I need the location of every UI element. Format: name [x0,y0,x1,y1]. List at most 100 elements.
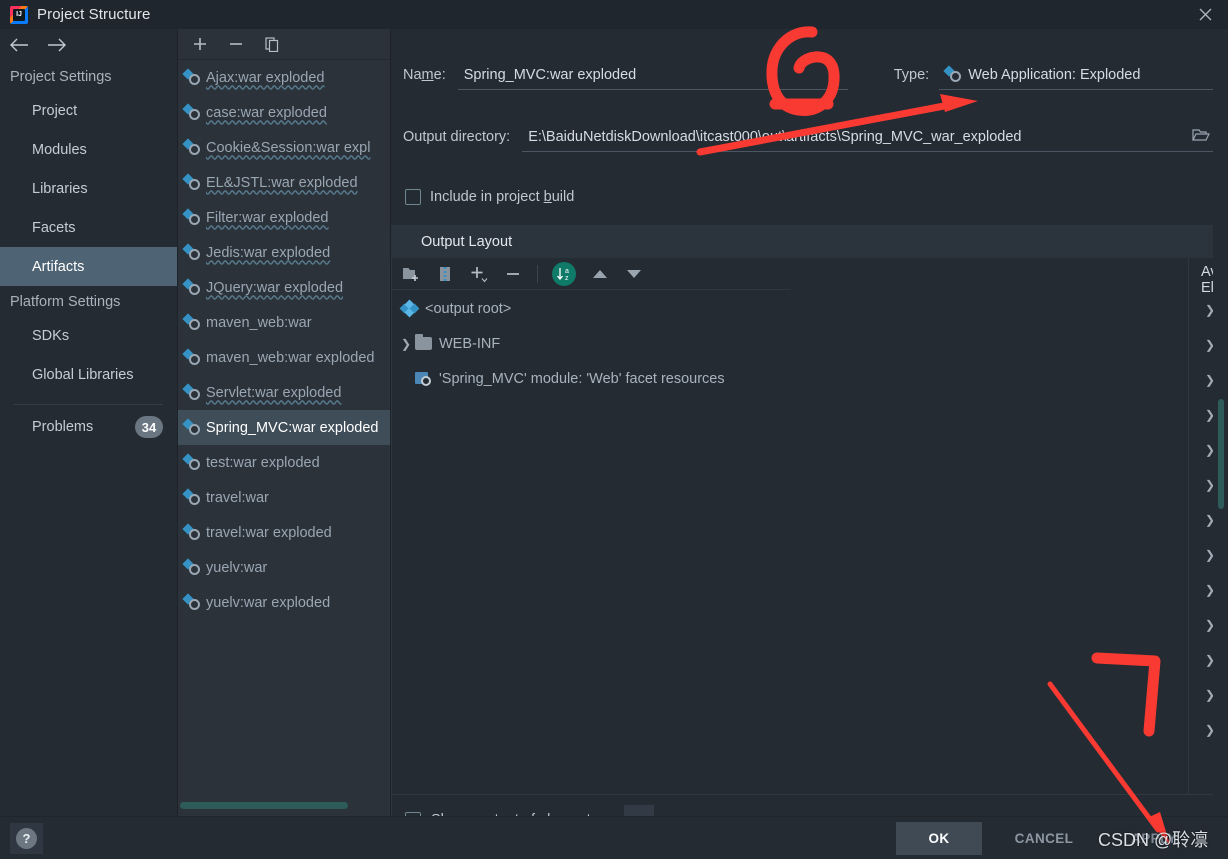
sidebar-group-project-settings: Project Settings [10,69,112,85]
sidebar-item-project[interactable]: Project [0,91,177,130]
include-in-project-build-row[interactable]: Include in project build [405,189,574,205]
intellij-idea-icon: IJ [10,5,28,24]
artifact-row-selected[interactable]: Spring_MVC:war exploded [178,410,390,445]
war-artifact-icon [182,383,201,401]
copy-icon[interactable] [262,34,282,54]
artifact-row[interactable]: case:war exploded [178,95,390,130]
output-layout-tree[interactable]: <output root> ❯ WEB-INF 'Spring_MVC' mod… [391,291,791,396]
artifacts-list[interactable]: Ajax:war exploded case:war exploded Cook… [178,60,390,816]
artifact-row[interactable]: Jedis:war exploded [178,235,390,270]
chevron-right-icon[interactable]: ❯ [397,337,415,351]
sidebar-item-sdks[interactable]: SDKs [0,316,177,355]
artifact-label: travel:war [206,489,269,506]
artifact-label: Spring_MVC:war exploded [206,419,379,436]
artifact-label: EL&JSTL:war exploded [206,174,358,191]
sidebar-item-facets[interactable]: Facets [0,208,177,247]
sidebar-item-libraries[interactable]: Libraries [0,169,177,208]
war-artifact-icon [182,453,201,471]
sidebar-item-global-libraries[interactable]: Global Libraries [0,355,177,394]
output-layout-header: Output Layout [391,225,1228,258]
output-directory-value: E:\BaiduNetdiskDownload\itcast000\out\ar… [528,128,1022,145]
artifact-label: Cookie&Session:war expl [206,139,371,156]
war-artifact-icon [182,523,201,541]
output-layout-node[interactable]: <output root> [391,291,791,326]
artifact-root-icon [399,299,420,318]
war-artifact-icon [182,488,201,506]
output-directory-label: Output directory: [403,129,511,145]
output-layout-toolbar: a z [391,258,791,290]
sidebar-nav-arrows [0,29,177,61]
output-directory-input[interactable]: E:\BaiduNetdiskDownload\itcast000\out\ar… [522,122,1216,152]
artifact-row[interactable]: Cookie&Session:war expl [178,130,390,165]
artifact-row[interactable]: yuelv:war [178,550,390,585]
artifact-row[interactable]: EL&JSTL:war exploded [178,165,390,200]
artifact-row[interactable]: Ajax:war exploded [178,60,390,95]
minus-icon[interactable] [503,264,523,284]
sidebar-item-modules[interactable]: Modules [0,130,177,169]
artifact-row[interactable]: JQuery:war exploded [178,270,390,305]
artifact-label: Filter:war exploded [206,209,329,226]
war-artifact-icon [182,243,201,261]
artifact-row[interactable]: maven_web:war exploded [178,340,390,375]
dialog-vertical-scrollbar[interactable] [1213,29,1228,816]
artifacts-horizontal-scrollbar[interactable] [178,802,391,810]
include-in-project-build-label: Include in project build [430,189,575,205]
output-layout-node-label: <output root> [425,300,512,317]
toolbar-separator [537,264,538,283]
cancel-button[interactable]: CANCEL [992,822,1096,855]
artifact-label: JQuery:war exploded [206,279,344,296]
war-artifact-icon [182,278,201,296]
war-artifact-icon [182,348,201,366]
title-bar: IJ Project Structure [0,0,1228,29]
output-layout-node[interactable]: 'Spring_MVC' module: 'Web' facet resourc… [391,361,791,396]
artifact-label: yuelv:war exploded [206,594,331,611]
sidebar-item-problems[interactable]: Problems 34 [0,405,177,449]
project-structure-dialog: IJ Project Structure Project Settings Pr… [0,0,1228,859]
artifact-label: Ajax:war exploded [206,69,325,86]
help-icon: ? [16,828,37,849]
close-icon[interactable] [1182,0,1228,29]
artifact-label: test:war exploded [206,454,320,471]
sidebar-item-label: Problems [32,419,94,435]
war-artifact-icon [182,138,201,156]
plus-dropdown-icon[interactable] [469,264,489,284]
artifact-type-dropdown[interactable]: Web Application: Exploded ▼ [939,60,1228,90]
artifact-row[interactable]: travel:war [178,480,390,515]
watermark: CSDN @聆凛 [1098,830,1209,850]
war-artifact-icon [182,208,201,226]
type-label: Type: [893,67,930,83]
artifact-row[interactable]: Servlet:war exploded [178,375,390,410]
output-directory-row: Output directory: E:\BaiduNetdiskDownloa… [403,120,1216,154]
new-folder-icon[interactable] [401,264,421,284]
artifact-row[interactable]: Filter:war exploded [178,200,390,235]
new-archive-icon[interactable] [435,264,455,284]
window-title: Project Structure [37,6,151,23]
arrow-up-icon[interactable] [590,264,610,284]
help-button[interactable]: ? [10,823,43,854]
artifact-name-input[interactable]: Spring_MVC:war exploded [457,60,848,90]
include-in-project-build-checkbox[interactable] [405,189,421,205]
war-artifact-icon [943,65,962,83]
war-artifact-icon [182,593,201,611]
remove-artifact-button[interactable] [226,34,246,54]
add-artifact-button[interactable] [190,34,210,54]
artifacts-toolbar [178,29,390,60]
artifact-label: yuelv:war [206,559,268,576]
arrow-right-icon[interactable] [44,33,70,57]
sidebar-item-artifacts[interactable]: Artifacts [0,247,177,286]
sort-alphabetically-icon[interactable]: a z [552,261,576,286]
output-layout-node[interactable]: ❯ WEB-INF [391,326,791,361]
facet-resources-icon [415,371,432,386]
artifact-row[interactable]: test:war exploded [178,445,390,480]
war-artifact-icon [182,68,201,86]
arrow-down-icon[interactable] [624,264,644,284]
problems-count-badge: 34 [135,416,163,438]
artifact-row[interactable]: yuelv:war exploded [178,585,390,620]
artifact-row[interactable]: travel:war exploded [178,515,390,550]
ok-button[interactable]: OK [896,822,982,855]
folder-open-icon[interactable] [1192,128,1210,146]
name-and-type-row: Name: Spring_MVC:war exploded Type: Web … [403,58,1228,92]
sidebar-group-platform-settings: Platform Settings [10,294,121,310]
artifact-row[interactable]: maven_web:war [178,305,390,340]
arrow-left-icon[interactable] [6,33,32,57]
